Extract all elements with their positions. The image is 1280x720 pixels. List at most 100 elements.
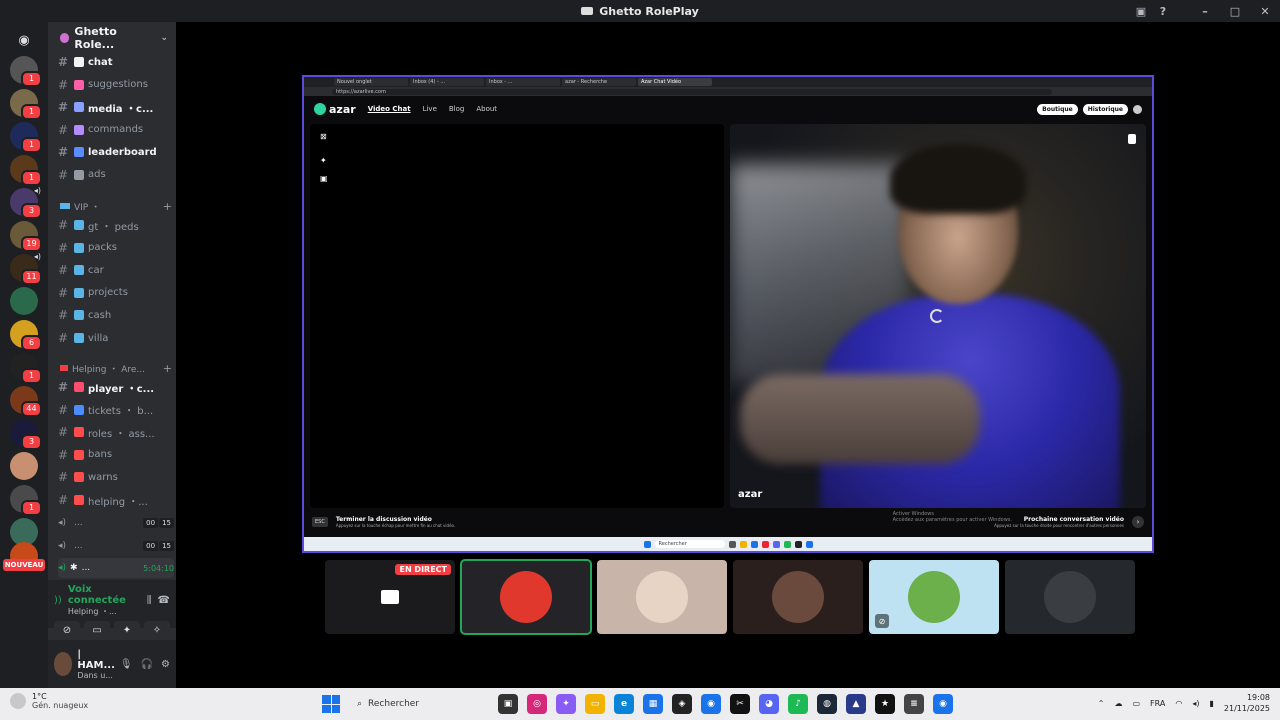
store-icon[interactable]: ▦ bbox=[643, 694, 663, 714]
chevron-up-icon[interactable]: ⌃ bbox=[1098, 699, 1105, 708]
participant-tile[interactable]: ⊘ bbox=[869, 560, 999, 634]
edge-icon[interactable]: e bbox=[614, 694, 634, 714]
shared-screen[interactable]: Nouvel onglet Inbox (4) - ... Inbox - ... a… bbox=[302, 75, 1154, 553]
participant-tile[interactable] bbox=[1005, 560, 1135, 634]
volume-icon[interactable]: ◂) bbox=[1192, 699, 1199, 708]
server-icon-5[interactable]: ◂) 3 bbox=[10, 186, 42, 219]
active-voice-channel[interactable]: ◂) ✱... 5:04:10 bbox=[58, 558, 174, 578]
battery-icon[interactable]: ▭ bbox=[1132, 699, 1140, 708]
participant-tile[interactable]: EN DIRECT bbox=[325, 560, 455, 634]
url-bar[interactable]: https://azarlive.com bbox=[332, 88, 1052, 95]
screen-share-icon[interactable]: ▭ bbox=[84, 621, 110, 639]
clock[interactable]: 19:08 21/11/2025 bbox=[1224, 692, 1270, 714]
user-avatar[interactable] bbox=[54, 652, 73, 676]
channel-item[interactable]: # media ・c... bbox=[58, 97, 174, 117]
activity-icon[interactable]: ✦ bbox=[114, 621, 140, 639]
browser-tab[interactable]: azar - Recherche bbox=[562, 78, 636, 86]
server-icon-8[interactable] bbox=[10, 287, 38, 315]
taskbar-search[interactable]: ⌕ Rechercher bbox=[349, 692, 489, 716]
close-button[interactable]: ✕ bbox=[1250, 5, 1280, 18]
voice-channel-name[interactable]: Helping ・... bbox=[68, 606, 141, 617]
copilot-icon[interactable]: ✦ bbox=[556, 694, 576, 714]
channel-item[interactable]: # leaderboard bbox=[58, 142, 174, 162]
history-button[interactable]: Historique bbox=[1082, 103, 1128, 115]
noise-suppression-icon[interactable]: ⫼ bbox=[147, 595, 152, 606]
channel-item[interactable]: # player ・c... bbox=[58, 377, 174, 397]
nav-about[interactable]: About bbox=[476, 105, 497, 113]
alienware-icon[interactable]: ◈ bbox=[672, 694, 692, 714]
browser-tab[interactable]: Nouvel onglet bbox=[334, 78, 408, 86]
channel-item[interactable]: # bans bbox=[58, 445, 174, 465]
channel-item[interactable]: # helping ・... bbox=[58, 490, 174, 510]
inbox-icon[interactable]: ▣ bbox=[1130, 5, 1152, 18]
file-explorer-icon[interactable]: ▭ bbox=[585, 694, 605, 714]
add-channel-icon[interactable]: + bbox=[163, 362, 172, 375]
gear-icon[interactable]: ⚙ bbox=[161, 659, 170, 670]
camera-off-icon[interactable]: ⊘ bbox=[54, 621, 80, 639]
wifi-icon[interactable]: ◠ bbox=[1175, 699, 1182, 708]
voice-channel[interactable]: ◂)... 00 15 bbox=[58, 513, 174, 533]
mic-icon[interactable]: 🎙 bbox=[120, 659, 133, 670]
channel-item[interactable]: # chat bbox=[58, 52, 174, 72]
nav-video-chat[interactable]: Video Chat bbox=[368, 105, 411, 113]
server-icon-12[interactable]: 3 bbox=[10, 419, 42, 450]
server-icon-1[interactable]: 1 bbox=[10, 56, 42, 87]
taskview-icon[interactable]: ▣ bbox=[498, 694, 518, 714]
help-icon[interactable]: ? bbox=[1152, 5, 1174, 18]
discord-home-icon[interactable]: ◉ bbox=[10, 26, 38, 54]
channel-item[interactable]: # tickets ・ b... bbox=[58, 400, 174, 420]
spotify-icon[interactable]: ♪ bbox=[788, 694, 808, 714]
server-icon-9[interactable]: 6 bbox=[10, 320, 42, 351]
soundboard-icon[interactable]: ✧ bbox=[144, 621, 170, 639]
network-icon[interactable]: ☁ bbox=[1114, 699, 1122, 708]
start-button-icon[interactable] bbox=[322, 695, 340, 713]
browser-tab[interactable]: Azar Chat Vidéo bbox=[638, 78, 712, 86]
app-icon[interactable]: ≡ bbox=[904, 694, 924, 714]
server-icon-6[interactable]: 19 bbox=[10, 221, 42, 252]
filter-icon[interactable]: ▣ bbox=[320, 174, 330, 184]
server-icon-3[interactable]: 1 bbox=[10, 122, 42, 153]
weather-widget[interactable]: 1°C Gén. nuageux bbox=[10, 692, 88, 710]
channel-item[interactable]: # ads bbox=[58, 165, 174, 185]
channel-item[interactable]: # projects bbox=[58, 283, 174, 303]
server-icon-4[interactable]: 1 bbox=[10, 155, 42, 186]
app-icon[interactable]: ▲ bbox=[846, 694, 866, 714]
shop-button[interactable]: Boutique bbox=[1037, 103, 1078, 115]
next-chat-title[interactable]: Prochaine conversation vidéo bbox=[994, 516, 1124, 523]
report-icon[interactable] bbox=[1128, 134, 1136, 144]
participant-tile[interactable] bbox=[460, 559, 592, 635]
channel-item[interactable]: # villa bbox=[58, 328, 174, 348]
nav-live[interactable]: Live bbox=[423, 105, 437, 113]
channel-item[interactable]: # suggestions bbox=[58, 75, 174, 95]
server-icon-7[interactable]: ◂) 11 bbox=[10, 252, 42, 285]
end-chat-title[interactable]: Terminer la discussion vidéo bbox=[336, 516, 455, 523]
expand-icon[interactable]: ⊠ bbox=[320, 132, 330, 142]
category-vip[interactable]: VIP ・ + bbox=[60, 198, 172, 214]
channel-item[interactable]: # cash bbox=[58, 305, 174, 325]
capcut-icon[interactable]: ✂ bbox=[730, 694, 750, 714]
azar-logo[interactable]: azar bbox=[314, 103, 356, 116]
minimize-button[interactable]: – bbox=[1190, 5, 1220, 18]
instagram-icon[interactable]: ◎ bbox=[527, 694, 547, 714]
channel-item[interactable]: # gt ・ peds bbox=[58, 215, 174, 235]
channel-item[interactable]: # roles ・ ass... bbox=[58, 422, 174, 442]
category-helping[interactable]: Helping ・ Are... + bbox=[60, 360, 172, 376]
server-icon-11[interactable]: 44 bbox=[10, 386, 42, 417]
server-icon-2[interactable]: 1 bbox=[10, 89, 42, 120]
chrome-icon[interactable]: ◉ bbox=[701, 694, 721, 714]
server-icon-13[interactable] bbox=[10, 452, 38, 480]
voice-channel[interactable]: ◂)... 00 15 bbox=[58, 536, 174, 556]
browser-tab[interactable]: Inbox (4) - ... bbox=[410, 78, 484, 86]
headphones-icon[interactable]: 🎧 bbox=[141, 659, 153, 670]
channel-item[interactable]: # packs bbox=[58, 238, 174, 258]
channel-item[interactable]: # car bbox=[58, 260, 174, 280]
browser-tab[interactable]: Inbox - ... bbox=[486, 78, 560, 86]
server-icon-10[interactable]: 1 bbox=[10, 353, 42, 384]
server-icon-14[interactable]: 1 bbox=[10, 485, 42, 516]
profile-icon[interactable] bbox=[1133, 104, 1142, 114]
add-channel-icon[interactable]: + bbox=[163, 200, 172, 213]
rockstar-icon[interactable]: ★ bbox=[875, 694, 895, 714]
effects-icon[interactable]: ✦ bbox=[320, 156, 330, 166]
server-header[interactable]: Ghetto Role... ⌄ bbox=[48, 22, 176, 54]
disconnect-icon[interactable]: ☎ bbox=[158, 595, 170, 606]
